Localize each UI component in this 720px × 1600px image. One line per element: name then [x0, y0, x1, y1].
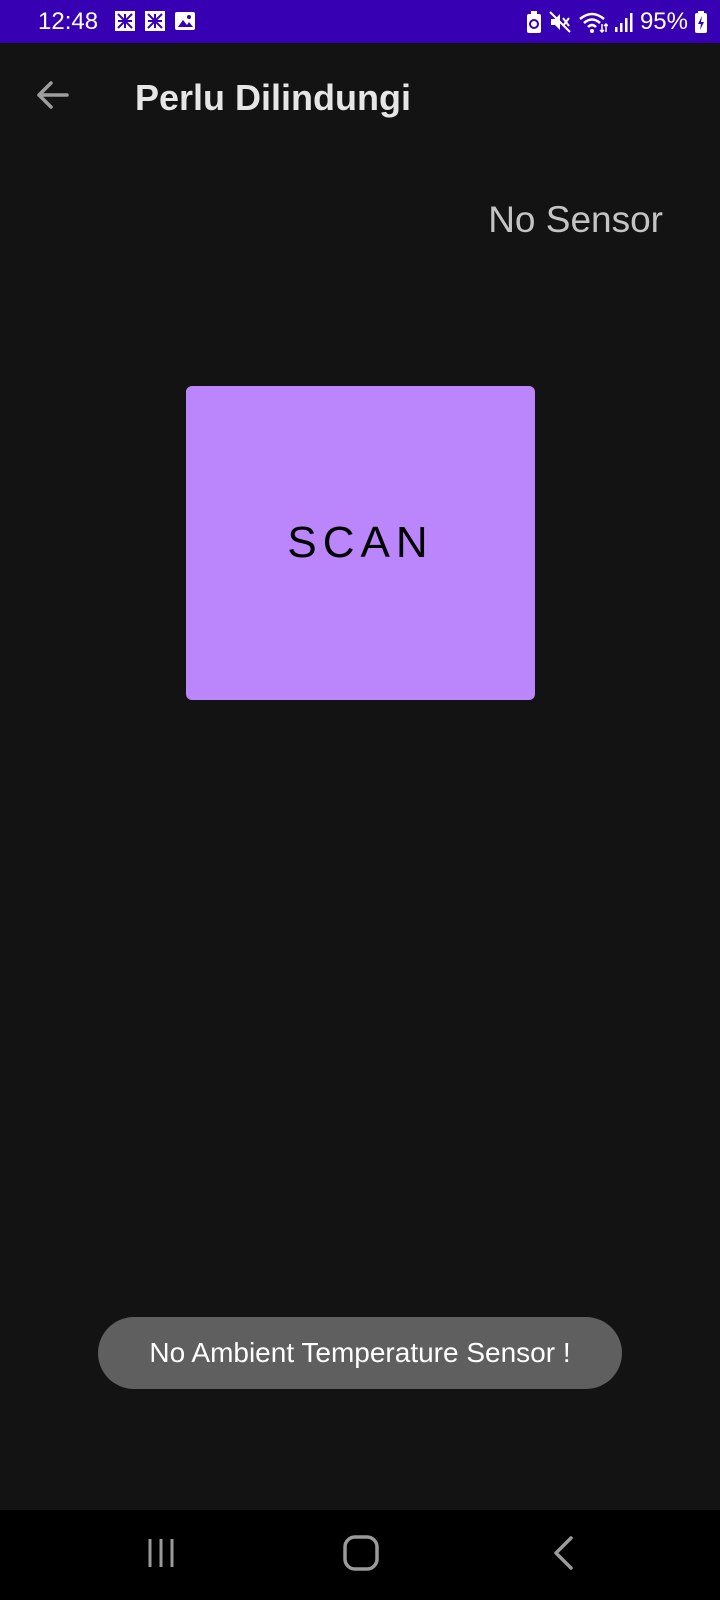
battery-percent: 95% [639, 8, 688, 35]
home-icon [342, 1534, 380, 1577]
scan-button[interactable]: SCAN [186, 386, 535, 700]
recent-apps-icon [144, 1536, 178, 1575]
system-icons: 95% [526, 8, 708, 36]
back-button[interactable] [28, 73, 76, 121]
news-icon [114, 10, 136, 37]
news-icon [144, 10, 166, 37]
status-time: 12:48 [38, 8, 99, 35]
sensor-status: No Sensor [488, 199, 663, 240]
signal-icon [614, 10, 634, 34]
status-bar: 12:48 95% [0, 0, 720, 43]
nav-back-button[interactable] [533, 1530, 593, 1580]
battery-charging-icon [694, 10, 708, 34]
battery-saver-icon [526, 10, 542, 34]
toast-message: No Ambient Temperature Sensor ! [98, 1317, 622, 1389]
scan-button-label: SCAN [287, 518, 434, 567]
toast-text: No Ambient Temperature Sensor ! [149, 1337, 571, 1368]
home-button[interactable] [331, 1530, 391, 1580]
back-icon [551, 1535, 575, 1576]
wifi-icon [578, 10, 608, 34]
recent-apps-button[interactable] [131, 1530, 191, 1580]
notification-icons [114, 10, 196, 37]
mute-icon [548, 10, 572, 34]
page-title: Perlu Dilindungi [135, 77, 411, 118]
navigation-bar [0, 1510, 720, 1600]
image-icon [174, 10, 196, 37]
arrow-back-icon [35, 80, 69, 115]
app-bar: Perlu Dilindungi [0, 43, 720, 153]
